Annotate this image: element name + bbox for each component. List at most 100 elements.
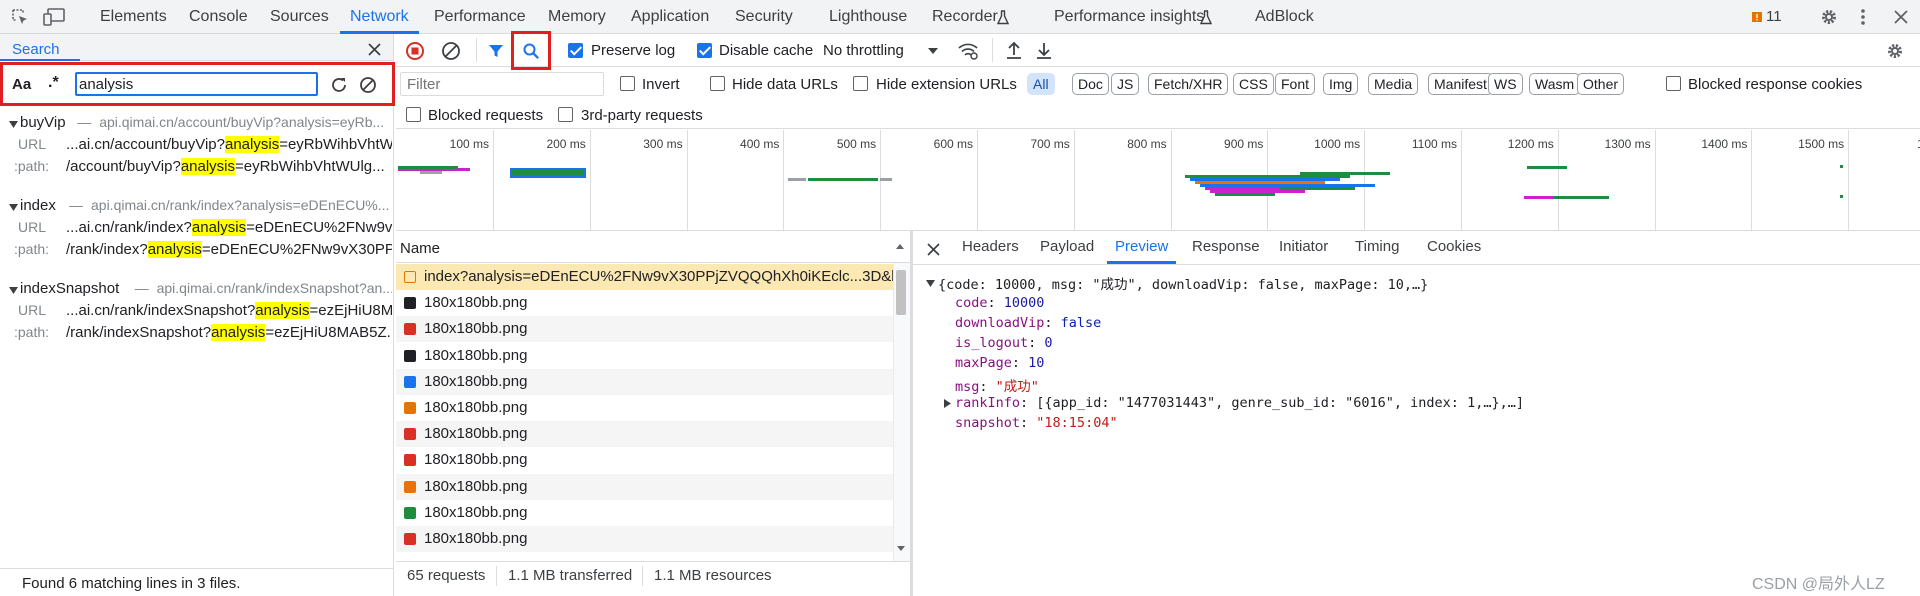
chevron-down-icon[interactable]	[926, 44, 940, 58]
collapse-triangle-icon[interactable]	[925, 278, 935, 288]
match-case-button[interactable]: Aa	[12, 76, 31, 93]
filter-input[interactable]	[400, 72, 604, 96]
device-toolbar-icon[interactable]	[42, 6, 66, 28]
request-name[interactable]: 180x180bb.png	[424, 395, 894, 421]
tab-performance-insights[interactable]: Performance insights	[1054, 0, 1204, 34]
tab-recorder[interactable]: Recorder	[932, 0, 998, 34]
tab-security[interactable]: Security	[735, 0, 793, 34]
details-tab-payload[interactable]: Payload	[1040, 238, 1094, 255]
json-field[interactable]: rankInfo: [{app_id: "1477031443", genre_…	[943, 395, 1524, 411]
request-row[interactable]: 180x180bb.png	[396, 316, 910, 343]
result-file-name[interactable]: indexSnapshot	[20, 280, 119, 297]
result-line[interactable]: /rank/index?analysis=eDEnECU%2FNw9vX30PP…	[66, 241, 392, 258]
clear-search-icon[interactable]	[357, 74, 379, 96]
request-name[interactable]: 180x180bb.png	[424, 500, 894, 526]
record-stop-icon[interactable]	[404, 40, 426, 62]
filter-chip-ws[interactable]: WS	[1488, 73, 1523, 95]
timeline-selected-request[interactable]	[510, 168, 586, 178]
import-har-icon[interactable]	[1003, 40, 1025, 62]
request-name[interactable]: 180x180bb.png	[424, 421, 894, 447]
disable-cache-checkbox[interactable]	[697, 43, 712, 58]
result-line[interactable]: ...ai.cn/rank/indexSnapshot?analysis=ezE…	[66, 302, 392, 319]
settings-gear-icon[interactable]	[1818, 6, 1840, 28]
request-name[interactable]: 180x180bb.png	[424, 316, 894, 342]
request-name[interactable]: 180x180bb.png	[424, 369, 894, 395]
details-tab-initiator[interactable]: Initiator	[1279, 238, 1328, 255]
throttling-select[interactable]: No throttling	[823, 42, 904, 59]
tab-lighthouse[interactable]: Lighthouse	[829, 0, 907, 34]
details-tab-headers[interactable]: Headers	[962, 238, 1019, 255]
tab-sources[interactable]: Sources	[270, 0, 329, 34]
filter-chip-all[interactable]: All	[1027, 73, 1055, 95]
tab-network[interactable]: Network	[340, 0, 419, 34]
issues-count[interactable]: 11	[1766, 8, 1782, 25]
expand-triangle-icon[interactable]	[8, 285, 18, 295]
request-row[interactable]: 180x180bb.png	[396, 342, 910, 369]
third-party-requests-checkbox[interactable]	[558, 107, 573, 122]
network-settings-gear-icon[interactable]	[1884, 40, 1906, 62]
name-column-header[interactable]: Name	[400, 240, 440, 257]
filter-chip-media[interactable]: Media	[1368, 73, 1419, 95]
panel-splitter[interactable]	[910, 231, 913, 596]
result-file-name[interactable]: buyVip	[20, 114, 66, 131]
issues-icon[interactable]	[1748, 8, 1766, 26]
filter-chip-img[interactable]: Img	[1323, 73, 1359, 95]
preserve-log-checkbox[interactable]	[568, 43, 583, 58]
request-row[interactable]: 180x180bb.png	[396, 473, 910, 500]
request-name[interactable]: 180x180bb.png	[424, 474, 894, 500]
sort-up-icon[interactable]	[894, 240, 906, 252]
details-tab-timing[interactable]: Timing	[1355, 238, 1399, 255]
tab-adblock[interactable]: AdBlock	[1255, 0, 1314, 34]
more-options-icon[interactable]	[1856, 6, 1870, 28]
details-tab-response[interactable]: Response	[1192, 238, 1260, 255]
request-row[interactable]: 180x180bb.png	[396, 290, 910, 317]
refresh-icon[interactable]	[328, 74, 350, 96]
scrollbar-thumb[interactable]	[896, 270, 906, 315]
result-line[interactable]: /rank/indexSnapshot?analysis=ezEjHiU8MAB…	[66, 324, 392, 341]
invert-checkbox[interactable]	[620, 76, 635, 91]
request-row[interactable]: 180x180bb.png	[396, 395, 910, 421]
search-title[interactable]: Search	[12, 41, 60, 58]
expand-triangle-icon[interactable]	[942, 398, 952, 408]
filter-chip-font[interactable]: Font	[1275, 73, 1316, 95]
regex-button[interactable]: .*	[48, 74, 59, 92]
tab-application[interactable]: Application	[631, 0, 709, 34]
request-name[interactable]: index?analysis=eDEnECU%2FNw9vX30PPjZVQQQ…	[424, 264, 894, 290]
filter-chip-doc[interactable]: Doc	[1072, 73, 1109, 95]
export-har-icon[interactable]	[1033, 40, 1055, 62]
expand-triangle-icon[interactable]	[8, 202, 18, 212]
filter-icon[interactable]	[486, 40, 506, 62]
result-file-name[interactable]: index	[20, 197, 56, 214]
filter-chip-js[interactable]: JS	[1111, 73, 1140, 95]
request-row[interactable]: 180x180bb.png	[396, 421, 910, 448]
tab-console[interactable]: Console	[189, 0, 248, 34]
hide-data-urls-checkbox[interactable]	[710, 76, 725, 91]
request-row[interactable]: 180x180bb.png	[396, 447, 910, 474]
request-name[interactable]: 180x180bb.png	[424, 526, 894, 552]
result-line[interactable]: ...ai.cn/account/buyVip?analysis=eyRbWih…	[66, 136, 392, 153]
scroll-down-icon[interactable]	[894, 542, 908, 554]
close-devtools-icon[interactable]	[1890, 6, 1912, 28]
request-row[interactable]: index?analysis=eDEnECU%2FNw9vX30PPjZVQQQ…	[396, 264, 910, 290]
request-row[interactable]: 180x180bb.png	[396, 499, 910, 526]
request-name[interactable]: 180x180bb.png	[424, 447, 894, 473]
result-line[interactable]: ...ai.cn/rank/index?analysis=eDEnECU%2FN…	[66, 219, 392, 236]
filter-chip-manifest[interactable]: Manifest	[1428, 73, 1493, 95]
filter-chip-wasm[interactable]: Wasm	[1529, 73, 1581, 95]
close-details-icon[interactable]	[924, 240, 942, 258]
details-tab-preview[interactable]: Preview	[1107, 238, 1177, 264]
search-input[interactable]	[75, 72, 318, 96]
blocked-response-cookies-checkbox[interactable]	[1666, 76, 1681, 91]
filter-chip-css[interactable]: CSS	[1233, 73, 1274, 95]
tab-performance[interactable]: Performance	[434, 0, 526, 34]
network-conditions-icon[interactable]	[956, 40, 980, 62]
expand-triangle-icon[interactable]	[8, 119, 18, 129]
close-search-icon[interactable]	[366, 41, 382, 57]
filter-chip-fetchxhr[interactable]: Fetch/XHR	[1148, 73, 1229, 95]
filter-chip-other[interactable]: Other	[1577, 73, 1625, 95]
hide-extension-urls-checkbox[interactable]	[853, 76, 868, 91]
clear-log-icon[interactable]	[440, 40, 462, 62]
request-name[interactable]: 180x180bb.png	[424, 290, 894, 316]
request-name[interactable]: 180x180bb.png	[424, 343, 894, 369]
result-line[interactable]: /account/buyVip?analysis=eyRbWihbVhtWUlg…	[66, 158, 392, 175]
